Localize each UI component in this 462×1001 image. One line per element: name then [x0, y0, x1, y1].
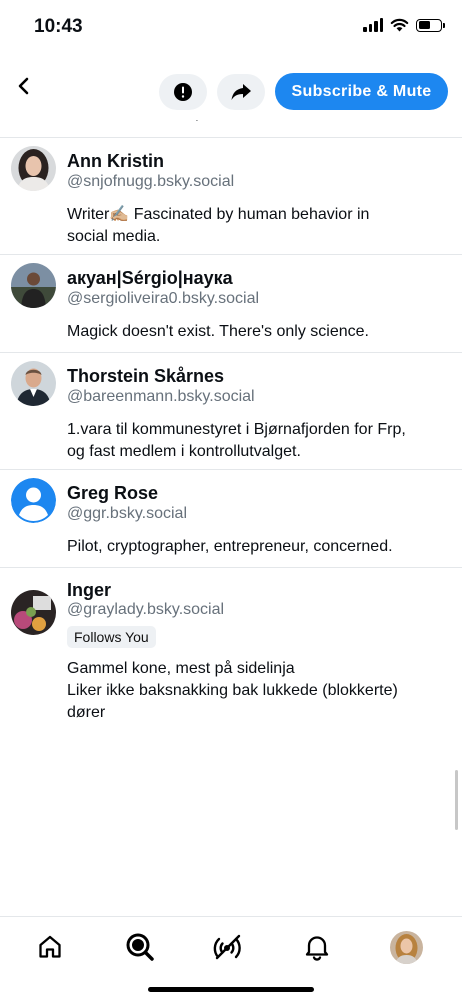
- share-arrow-icon: [231, 84, 251, 100]
- profile-avatar: [389, 930, 423, 964]
- nav-profile-button[interactable]: [388, 929, 424, 965]
- user-handle: @bareenmann.bsky.social: [67, 388, 255, 405]
- nav-feeds-button[interactable]: [210, 929, 246, 965]
- nav-home-button[interactable]: [32, 929, 68, 965]
- user-bio: Writer✍🏼 Fascinated by human behavior in…: [67, 206, 370, 245]
- bottom-nav: [0, 916, 462, 1001]
- status-icons: [363, 18, 445, 32]
- alert-circle-icon: [174, 83, 192, 101]
- subscribe-mute-button[interactable]: Subscribe & Mute: [275, 73, 448, 110]
- nav-search-button[interactable]: [122, 929, 158, 965]
- user-name: Thorstein Skårnes: [67, 366, 225, 386]
- default-avatar-icon[interactable]: [11, 478, 56, 523]
- user-bio: Pilot, cryptographer, entrepreneur, conc…: [67, 538, 393, 555]
- back-button[interactable]: [12, 74, 36, 98]
- user-bio: Magick doesn't exist. There's only scien…: [67, 323, 369, 340]
- avatar[interactable]: [11, 361, 56, 406]
- status-time: 10:43: [34, 16, 83, 37]
- report-button[interactable]: [159, 74, 207, 110]
- header: Subscribe & Mute: [0, 64, 462, 120]
- user-bio: Gammel kone, mest på sidelinja Liker ikk…: [67, 660, 398, 721]
- follows-you-badge: Follows You: [67, 626, 156, 648]
- user-name: Greg Rose: [67, 483, 159, 503]
- home-indicator: [148, 987, 314, 992]
- list-item[interactable]: акуан|Sérgio|наука @sergioliveira0.bsky.…: [0, 255, 462, 352]
- user-name: Inger: [67, 580, 112, 600]
- chevron-left-icon: [18, 77, 29, 95]
- user-bio: 1.vara til kommunestyret i Bjørnafjorden…: [67, 421, 406, 460]
- search-icon: [126, 933, 154, 961]
- bell-icon: [305, 936, 329, 961]
- home-icon: [39, 935, 61, 958]
- avatar[interactable]: [11, 590, 56, 635]
- list-item[interactable]: Greg Rose @ggr.bsky.social Pilot, crypto…: [0, 470, 462, 567]
- user-handle: @graylady.bsky.social: [67, 601, 225, 618]
- user-handle: @ggr.bsky.social: [67, 505, 187, 522]
- cellular-signal-icon: [363, 18, 383, 32]
- wifi-icon: [390, 18, 409, 32]
- list-item[interactable]: Thorstein Skårnes @bareenmann.bsky.socia…: [0, 353, 462, 469]
- feeds-icon: [213, 934, 241, 960]
- scrollbar[interactable]: [455, 770, 458, 830]
- user-name: акуан|Sérgio|наука: [67, 268, 233, 288]
- avatar[interactable]: [11, 263, 56, 308]
- share-button[interactable]: [217, 74, 265, 110]
- list-item[interactable]: Inger @graylady.bsky.social Follows You …: [0, 568, 462, 728]
- nav-notifications-button[interactable]: [299, 929, 335, 965]
- user-handle: @snjofnugg.bsky.social: [67, 173, 235, 190]
- avatar[interactable]: [11, 146, 56, 191]
- user-name: Ann Kristin: [67, 151, 164, 171]
- status-bar: 10:43: [0, 0, 462, 56]
- user-handle: @sergioliveira0.bsky.social: [67, 290, 260, 307]
- list-item[interactable]: Ann Kristin @snjofnugg.bsky.social Write…: [0, 138, 462, 254]
- battery-icon: [416, 18, 445, 32]
